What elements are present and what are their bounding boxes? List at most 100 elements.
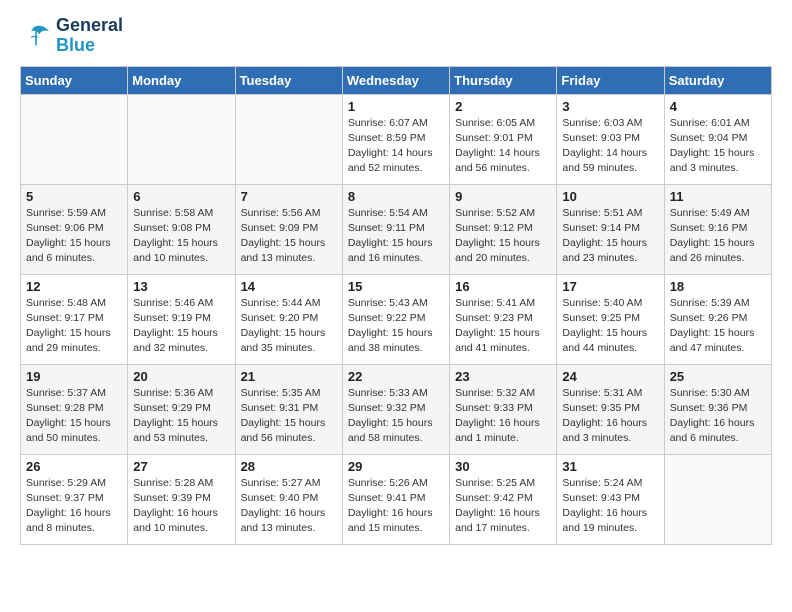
calendar-week-row: 12 Sunrise: 5:48 AM Sunset: 9:17 PM Dayli…	[21, 274, 772, 364]
day-number: 28	[241, 459, 337, 474]
weekday-header-row: SundayMondayTuesdayWednesdayThursdayFrid…	[21, 66, 772, 94]
calendar-cell: 5Sunrise: 5:59 AM Sunset: 9:06 PM Daylig…	[21, 184, 128, 274]
day-number: 4	[670, 99, 766, 114]
day-number: 27	[133, 459, 229, 474]
cell-content: Sunrise: 5:41 AM Sunset: 9:23 PM Dayligh…	[455, 296, 551, 357]
calendar-cell: 2Sunrise: 6:05 AM Sunset: 9:01 PM Daylig…	[450, 94, 557, 184]
cell-content: Sunrise: 5:48 AM Sunset: 9:17 PM Dayligh…	[26, 296, 122, 357]
calendar-cell: 12 Sunrise: 5:48 AM Sunset: 9:17 PM Dayli…	[21, 274, 128, 364]
calendar-cell: 11 Sunrise: 5:49 AM Sunset: 9:16 PM Dayli…	[664, 184, 771, 274]
calendar-cell: 26 Sunrise: 5:29 AM Sunset: 9:37 PM Dayli…	[21, 454, 128, 544]
day-number: 14	[241, 279, 337, 294]
calendar-cell: 17 Sunrise: 5:40 AM Sunset: 9:25 PM Dayli…	[557, 274, 664, 364]
calendar-cell: 22Sunrise: 5:33 AM Sunset: 9:32 PM Dayli…	[342, 364, 449, 454]
calendar-cell: 7Sunrise: 5:56 AM Sunset: 9:09 PM Daylig…	[235, 184, 342, 274]
cell-content: Sunrise: 5:43 AM Sunset: 9:22 PM Dayligh…	[348, 296, 444, 357]
cell-content: Sunrise: 5:31 AM Sunset: 9:35 PM Dayligh…	[562, 386, 658, 447]
cell-content: Sunrise: 5:44 AM Sunset: 9:20 PM Dayligh…	[241, 296, 337, 357]
cell-content: Sunrise: 5:46 AM Sunset: 9:19 PM Dayligh…	[133, 296, 229, 357]
calendar-cell: 30 Sunrise: 5:25 AM Sunset: 9:42 PM Dayli…	[450, 454, 557, 544]
calendar-cell	[664, 454, 771, 544]
day-number: 19	[26, 369, 122, 384]
day-number: 17	[562, 279, 658, 294]
calendar-week-row: 5Sunrise: 5:59 AM Sunset: 9:06 PM Daylig…	[21, 184, 772, 274]
day-number: 11	[670, 189, 766, 204]
cell-content: Sunrise: 5:58 AM Sunset: 9:08 PM Dayligh…	[133, 206, 229, 267]
weekday-header: Sunday	[21, 66, 128, 94]
cell-content: Sunrise: 5:33 AM Sunset: 9:32 PM Dayligh…	[348, 386, 444, 447]
day-number: 26	[26, 459, 122, 474]
weekday-header: Wednesday	[342, 66, 449, 94]
day-number: 20	[133, 369, 229, 384]
cell-content: Sunrise: 6:07 AM Sunset: 8:59 PM Dayligh…	[348, 116, 444, 177]
page-header: General Blue	[20, 16, 772, 56]
day-number: 30	[455, 459, 551, 474]
cell-content: Sunrise: 5:36 AM Sunset: 9:29 PM Dayligh…	[133, 386, 229, 447]
cell-content: Sunrise: 5:39 AM Sunset: 9:26 PM Dayligh…	[670, 296, 766, 357]
calendar-cell: 15 Sunrise: 5:43 AM Sunset: 9:22 PM Dayli…	[342, 274, 449, 364]
cell-content: Sunrise: 5:56 AM Sunset: 9:09 PM Dayligh…	[241, 206, 337, 267]
cell-content: Sunrise: 5:40 AM Sunset: 9:25 PM Dayligh…	[562, 296, 658, 357]
calendar-cell: 29Sunrise: 5:26 AM Sunset: 9:41 PM Dayli…	[342, 454, 449, 544]
day-number: 25	[670, 369, 766, 384]
cell-content: Sunrise: 5:28 AM Sunset: 9:39 PM Dayligh…	[133, 476, 229, 537]
cell-content: Sunrise: 6:03 AM Sunset: 9:03 PM Dayligh…	[562, 116, 658, 177]
calendar-cell: 10 Sunrise: 5:51 AM Sunset: 9:14 PM Dayli…	[557, 184, 664, 274]
day-number: 8	[348, 189, 444, 204]
day-number: 12	[26, 279, 122, 294]
cell-content: Sunrise: 5:24 AM Sunset: 9:43 PM Dayligh…	[562, 476, 658, 537]
weekday-header: Friday	[557, 66, 664, 94]
day-number: 6	[133, 189, 229, 204]
calendar-cell: 19Sunrise: 5:37 AM Sunset: 9:28 PM Dayli…	[21, 364, 128, 454]
day-number: 31	[562, 459, 658, 474]
day-number: 24	[562, 369, 658, 384]
calendar-cell: 18Sunrise: 5:39 AM Sunset: 9:26 PM Dayli…	[664, 274, 771, 364]
day-number: 13	[133, 279, 229, 294]
calendar-week-row: 19Sunrise: 5:37 AM Sunset: 9:28 PM Dayli…	[21, 364, 772, 454]
calendar-cell: 20 Sunrise: 5:36 AM Sunset: 9:29 PM Dayli…	[128, 364, 235, 454]
weekday-header: Tuesday	[235, 66, 342, 94]
cell-content: Sunrise: 5:54 AM Sunset: 9:11 PM Dayligh…	[348, 206, 444, 267]
day-number: 9	[455, 189, 551, 204]
calendar-cell	[235, 94, 342, 184]
weekday-header: Monday	[128, 66, 235, 94]
cell-content: Sunrise: 5:52 AM Sunset: 9:12 PM Dayligh…	[455, 206, 551, 267]
calendar-cell: 8 Sunrise: 5:54 AM Sunset: 9:11 PM Daylig…	[342, 184, 449, 274]
cell-content: Sunrise: 5:49 AM Sunset: 9:16 PM Dayligh…	[670, 206, 766, 267]
calendar-cell: 13 Sunrise: 5:46 AM Sunset: 9:19 PM Dayli…	[128, 274, 235, 364]
day-number: 21	[241, 369, 337, 384]
calendar-cell: 3 Sunrise: 6:03 AM Sunset: 9:03 PM Daylig…	[557, 94, 664, 184]
calendar-cell: 4 Sunrise: 6:01 AM Sunset: 9:04 PM Daylig…	[664, 94, 771, 184]
calendar-week-row: 1 Sunrise: 6:07 AM Sunset: 8:59 PM Daylig…	[21, 94, 772, 184]
day-number: 1	[348, 99, 444, 114]
day-number: 10	[562, 189, 658, 204]
day-number: 16	[455, 279, 551, 294]
page-container: General Blue SundayMondayTuesdayWednesda…	[0, 0, 792, 555]
calendar-cell	[21, 94, 128, 184]
cell-content: Sunrise: 5:35 AM Sunset: 9:31 PM Dayligh…	[241, 386, 337, 447]
calendar-cell: 31 Sunrise: 5:24 AM Sunset: 9:43 PM Dayli…	[557, 454, 664, 544]
cell-content: Sunrise: 5:51 AM Sunset: 9:14 PM Dayligh…	[562, 206, 658, 267]
cell-content: Sunrise: 5:26 AM Sunset: 9:41 PM Dayligh…	[348, 476, 444, 537]
cell-content: Sunrise: 5:25 AM Sunset: 9:42 PM Dayligh…	[455, 476, 551, 537]
day-number: 23	[455, 369, 551, 384]
weekday-header: Thursday	[450, 66, 557, 94]
calendar-cell	[128, 94, 235, 184]
day-number: 2	[455, 99, 551, 114]
calendar-cell: 21 Sunrise: 5:35 AM Sunset: 9:31 PM Dayli…	[235, 364, 342, 454]
calendar-cell: 27 Sunrise: 5:28 AM Sunset: 9:39 PM Dayli…	[128, 454, 235, 544]
cell-content: Sunrise: 5:29 AM Sunset: 9:37 PM Dayligh…	[26, 476, 122, 537]
weekday-header: Saturday	[664, 66, 771, 94]
logo-text: General Blue	[56, 16, 123, 56]
calendar-cell: 23 Sunrise: 5:32 AM Sunset: 9:33 PM Dayli…	[450, 364, 557, 454]
cell-content: Sunrise: 5:32 AM Sunset: 9:33 PM Dayligh…	[455, 386, 551, 447]
calendar-table: SundayMondayTuesdayWednesdayThursdayFrid…	[20, 66, 772, 545]
day-number: 15	[348, 279, 444, 294]
cell-content: Sunrise: 5:27 AM Sunset: 9:40 PM Dayligh…	[241, 476, 337, 537]
day-number: 3	[562, 99, 658, 114]
day-number: 5	[26, 189, 122, 204]
logo-icon	[20, 20, 52, 52]
calendar-week-row: 26 Sunrise: 5:29 AM Sunset: 9:37 PM Dayli…	[21, 454, 772, 544]
calendar-cell: 6 Sunrise: 5:58 AM Sunset: 9:08 PM Daylig…	[128, 184, 235, 274]
cell-content: Sunrise: 6:01 AM Sunset: 9:04 PM Dayligh…	[670, 116, 766, 177]
